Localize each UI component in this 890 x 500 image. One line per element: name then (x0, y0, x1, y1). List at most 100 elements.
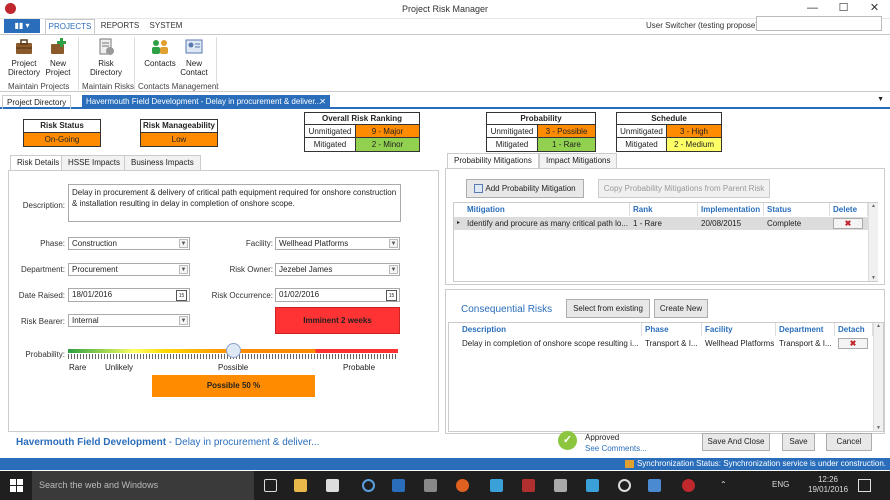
column-header-facility[interactable]: Facility (702, 323, 776, 336)
tray-chevron-icon[interactable]: ⌃ (720, 480, 727, 489)
table-row[interactable]: ▸ Identify and procure as many critical … (454, 217, 868, 230)
app-icon[interactable] (648, 479, 661, 492)
scale-label-possible: Possible (218, 363, 249, 372)
calendar-icon[interactable]: 15 (176, 290, 187, 301)
column-header-delete[interactable]: Delete (830, 203, 868, 216)
risk-occurrence-label: Risk Occurrence: (211, 291, 273, 300)
tab-reports[interactable]: REPORTS (98, 19, 142, 34)
new-project-button[interactable]: New Project (44, 37, 72, 77)
project-risk-manager-taskbar-icon[interactable] (682, 479, 695, 492)
select-from-existing-button[interactable]: Select from existing (566, 299, 650, 318)
outlook-icon[interactable] (392, 479, 405, 492)
briefcase-icon (14, 37, 34, 57)
column-header-department[interactable]: Department (776, 323, 835, 336)
tab-business-impacts[interactable]: Business Impacts (124, 155, 201, 170)
table-row[interactable]: Delay in completion of onshore scope res… (449, 337, 873, 350)
firefox-icon[interactable] (456, 479, 469, 492)
column-header-phase[interactable]: Phase (642, 323, 702, 336)
facility-combo[interactable]: Wellhead Platforms ▼ (275, 237, 400, 250)
department-label: Department: (20, 265, 65, 274)
notifications-icon[interactable] (858, 479, 871, 492)
slider-thumb[interactable] (226, 343, 241, 358)
contacts-label: Contacts (144, 59, 176, 68)
probability-table: Probability Unmitigated 3 - Possible Miti… (486, 112, 596, 152)
tab-hsse-impacts[interactable]: HSSE Impacts (61, 155, 128, 170)
probability-slider[interactable] (68, 343, 398, 360)
project-directory-button[interactable]: Project Directory (6, 37, 42, 77)
description-label: Description: (22, 201, 65, 210)
facility-cell: Wellhead Platforms (705, 339, 775, 348)
tab-risk-details[interactable]: Risk Details (10, 155, 67, 170)
department-combo[interactable]: Procurement ▼ (68, 263, 190, 276)
app-icon[interactable] (618, 479, 631, 492)
user-switcher-combo[interactable] (756, 16, 882, 31)
date-raised-picker[interactable]: 18/01/2016 15 (68, 288, 190, 302)
mitigation-cell: Identify and procure as many critical pa… (467, 219, 628, 228)
probability-result-badge: Possible 50 % (152, 375, 315, 397)
footer-risk-name: - Delay in procurement & deliver... (166, 437, 320, 448)
phase-combo[interactable]: Construction ▼ (68, 237, 190, 250)
consequential-risks-panel: Consequential Risks Select from existing… (445, 289, 885, 434)
app-icon[interactable] (424, 479, 437, 492)
tab-overflow-icon[interactable]: ▼ (877, 96, 884, 103)
detach-icon[interactable]: ✖ (838, 338, 868, 349)
column-header-detach[interactable]: Detach (835, 323, 873, 336)
column-header-mitigation[interactable]: Mitigation (464, 203, 630, 216)
app-icon[interactable] (490, 479, 503, 492)
risk-bearer-label: Risk Bearer: (20, 317, 65, 326)
department-value: Procurement (72, 265, 118, 274)
taskbar-clock[interactable]: 12:26 19/01/2016 (808, 475, 848, 495)
doc-tab-risk[interactable]: Havermouth Field Development - Delay in … (82, 95, 330, 109)
sync-icon (624, 459, 634, 468)
new-contact-button[interactable]: New Contact (178, 37, 210, 77)
create-new-button[interactable]: Create New (654, 299, 708, 318)
app-icon[interactable] (554, 479, 567, 492)
description-field[interactable]: Delay in procurement & delivery of criti… (68, 184, 401, 222)
risk-occurrence-picker[interactable]: 01/02/2016 15 (275, 288, 400, 302)
calendar-icon[interactable]: 15 (386, 290, 397, 301)
app-icon[interactable] (522, 479, 535, 492)
tab-system[interactable]: SYSTEM (146, 19, 186, 34)
see-comments-link[interactable]: See Comments... (585, 444, 647, 453)
vertical-scrollbar[interactable]: ▲ ▼ (868, 203, 878, 281)
store-icon[interactable] (326, 479, 339, 492)
add-probability-mitigation-button[interactable]: Add Probability Mitigation (466, 179, 584, 198)
windows-start-icon[interactable] (10, 479, 23, 492)
implementation-cell: 20/08/2015 (701, 219, 742, 228)
chevron-down-icon: ▼ (179, 239, 188, 248)
new-project-icon (48, 37, 68, 57)
column-header-rank[interactable]: Rank (630, 203, 698, 216)
file-menu-button[interactable]: ▮▮ ▾ (4, 19, 40, 33)
browser-icon[interactable] (362, 479, 375, 492)
column-header-implementation[interactable]: Implementation (698, 203, 764, 216)
close-icon[interactable]: ✕ (319, 95, 326, 108)
cancel-button[interactable]: Cancel (826, 433, 872, 451)
file-explorer-icon[interactable] (294, 479, 307, 492)
new-project-label: New Project (45, 59, 71, 77)
risk-owner-combo[interactable]: Jezebel James ▼ (275, 263, 400, 276)
risk-bearer-combo[interactable]: Internal ▼ (68, 314, 190, 327)
tab-probability-mitigations[interactable]: Probability Mitigations (447, 153, 539, 168)
risk-directory-button[interactable]: Risk Directory (88, 37, 124, 77)
scroll-up-icon[interactable]: ▲ (874, 323, 883, 329)
tab-projects[interactable]: PROJECTS (45, 19, 95, 34)
column-header-description[interactable]: Description (459, 323, 642, 336)
save-button[interactable]: Save (782, 433, 815, 451)
language-indicator[interactable]: ENG (772, 480, 789, 489)
taskbar-search-box[interactable]: Search the web and Windows (32, 471, 254, 500)
save-and-close-button[interactable]: Save And Close (702, 433, 770, 451)
app-icon[interactable] (586, 479, 599, 492)
column-header-status[interactable]: Status (764, 203, 830, 216)
delete-icon[interactable]: ✖ (833, 218, 863, 229)
contacts-button[interactable]: Contacts (142, 37, 178, 68)
copy-mitigations-button[interactable]: Copy Probability Mitigations from Parent… (598, 179, 770, 198)
vertical-scrollbar[interactable]: ▲ ▼ (873, 323, 883, 431)
scroll-down-icon[interactable]: ▼ (869, 275, 878, 281)
task-view-icon[interactable] (264, 479, 277, 492)
risk-manageability-header: Risk Manageability (141, 120, 217, 133)
scroll-down-icon[interactable]: ▼ (874, 425, 883, 431)
doc-tab-project-directory[interactable]: Project Directory (2, 95, 72, 109)
overall-mitigated-value: 2 - Minor (356, 138, 419, 151)
tab-impact-mitigations[interactable]: Impact Mitigations (539, 153, 618, 168)
scroll-up-icon[interactable]: ▲ (869, 203, 878, 209)
